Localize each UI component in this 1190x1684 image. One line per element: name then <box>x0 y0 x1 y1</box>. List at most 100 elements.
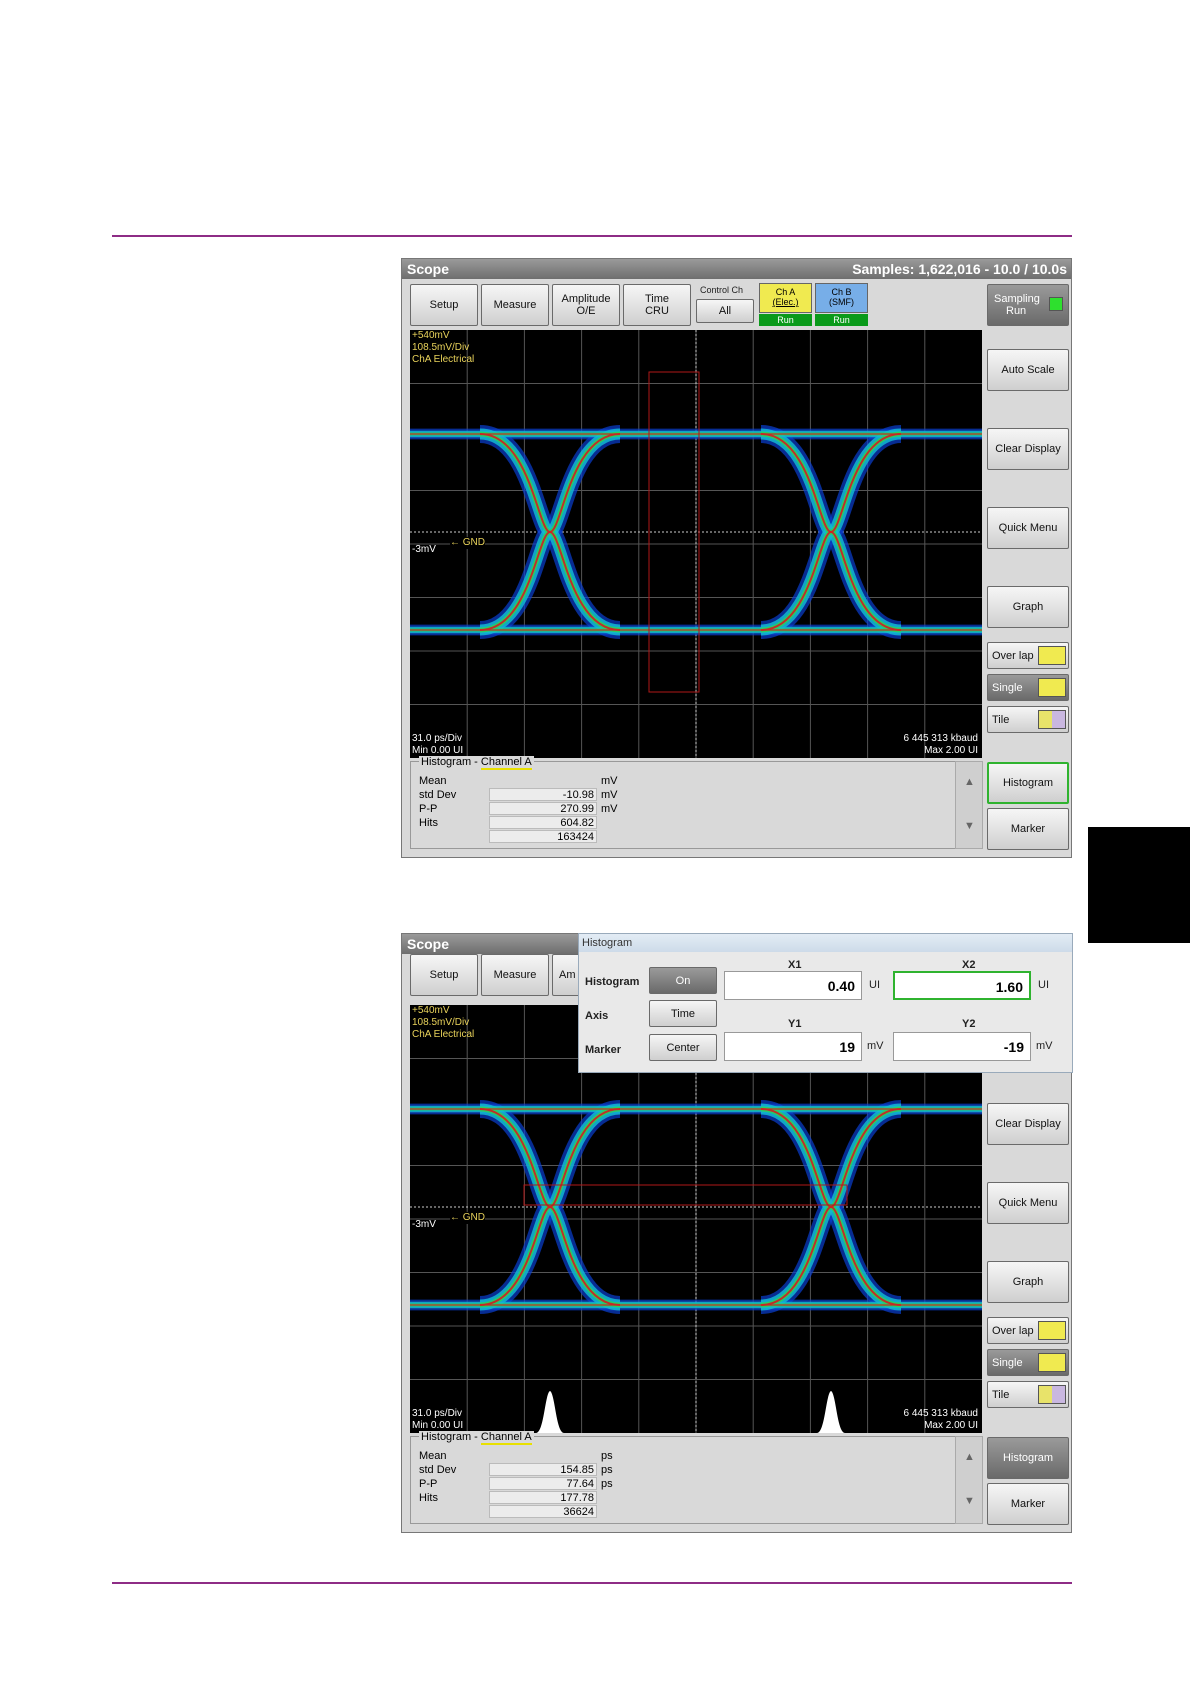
marker-center-button[interactable]: Center <box>649 1034 717 1061</box>
measure-button[interactable]: Measure <box>481 284 549 326</box>
results-scrollbar[interactable]: ▲ ▼ <box>955 761 983 849</box>
setup-button[interactable]: Setup <box>410 954 478 996</box>
quick-menu-button[interactable]: Quick Menu <box>987 1182 1069 1224</box>
scroll-down-icon[interactable]: ▼ <box>964 1495 975 1507</box>
histogram-channel: Channel A <box>480 756 532 770</box>
scale-top: +540mV <box>412 330 450 341</box>
time-mode: CRU <box>645 305 669 317</box>
histogram-channel: Channel A <box>480 1431 532 1445</box>
x2-header: X2 <box>962 959 976 971</box>
histogram-results-panel: Histogram - Channel A Mean 154.85 ps std D… <box>410 1431 973 1524</box>
histogram-panel-title: Histogram - Channel A <box>419 1431 534 1445</box>
chb-type: (SMF) <box>829 297 854 307</box>
max-ui: Max 2.00 UI <box>924 1420 978 1431</box>
row-value: 163424 <box>489 830 597 843</box>
scale-top: +540mV <box>412 1005 450 1016</box>
axis-time-button[interactable]: Time <box>649 1000 717 1027</box>
graph-label: Graph <box>1012 1276 1044 1288</box>
histogram-panel-title: Histogram - Channel A <box>419 756 534 770</box>
chb-button[interactable]: Ch B (SMF) <box>815 283 868 313</box>
clear-display-button[interactable]: Clear Display <box>987 1103 1069 1145</box>
results-scrollbar[interactable]: ▲ ▼ <box>955 1436 983 1524</box>
setup-label: Setup <box>429 299 459 311</box>
scroll-up-icon[interactable]: ▲ <box>964 1451 975 1463</box>
y2-input[interactable]: -19 <box>893 1032 1031 1061</box>
cha-label: Ch A <box>775 287 796 297</box>
single-label: Single <box>992 681 1023 694</box>
all-label: All <box>718 305 732 317</box>
x2-input[interactable]: 1.60 <box>893 971 1031 1000</box>
y2-header: Y2 <box>962 1018 976 1030</box>
clear-display-button[interactable]: Clear Display <box>987 428 1069 470</box>
center-label: Center <box>666 1041 700 1054</box>
header-rule <box>112 235 1072 237</box>
graph-label: Graph <box>1012 601 1044 613</box>
setup-button[interactable]: Setup <box>410 284 478 326</box>
hits-row: Hits 163424 <box>419 816 597 843</box>
histogram-button[interactable]: Histogram <box>987 1437 1069 1479</box>
x1-unit: UI <box>869 979 880 991</box>
title-bar: Scope Samples: 1,622,016 - 10.0 / 10.0s <box>402 259 1071 279</box>
hits-row: Hits 36624 <box>419 1491 597 1518</box>
row-name: Mean <box>419 775 447 787</box>
amplitude-label: Amplitude <box>561 293 611 305</box>
baud-rate: 6 445 313 kbaud <box>903 1408 978 1419</box>
tile-label: Tile <box>992 713 1010 726</box>
y1-input[interactable]: 19 <box>724 1032 862 1061</box>
marker-button[interactable]: Marker <box>987 1483 1069 1525</box>
max-ui: Max 2.00 UI <box>924 745 978 756</box>
gnd-marker: ← GND <box>450 537 486 549</box>
baud-rate: 6 445 313 kbaud <box>903 733 978 744</box>
tile-icon <box>1038 1385 1066 1404</box>
row-name: std Dev <box>419 789 457 801</box>
row-value: 270.99 <box>489 802 597 815</box>
cha-button[interactable]: Ch A (Elec.) <box>759 283 812 313</box>
row-value: 36624 <box>489 1505 597 1518</box>
row-unit: mV <box>601 789 618 801</box>
dialog-title: Histogram <box>579 934 1072 952</box>
auto-scale-button[interactable]: Auto Scale <box>987 349 1069 391</box>
pp-row: P-P 604.82 mV <box>419 802 618 829</box>
marker-label: Marker <box>1010 1498 1046 1510</box>
scale-per-div: 108.5mV/Div <box>412 1017 470 1028</box>
time-button[interactable]: Time CRU <box>623 284 691 326</box>
axis-label: Axis <box>585 1010 609 1022</box>
measure-label: Measure <box>493 299 537 311</box>
time-per-div: 31.0 ps/Div <box>412 733 463 744</box>
control-all-button[interactable]: All <box>696 299 754 323</box>
time-label: Time <box>670 1007 696 1020</box>
histogram-settings-dialog: Histogram Histogram On Axis Time Marker … <box>578 933 1073 1073</box>
histogram-button[interactable]: Histogram <box>987 762 1069 804</box>
cha-run-status: Run <box>759 314 812 326</box>
x1-input[interactable]: 0.40 <box>724 971 862 1000</box>
marker-label: Marker <box>1010 823 1046 835</box>
clear-display-label: Clear Display <box>995 443 1061 455</box>
histogram-results-panel: Histogram - Channel A Mean -10.98 mV std D… <box>410 756 973 849</box>
quick-menu-label: Quick Menu <box>998 522 1058 534</box>
overlap-icon <box>1038 646 1066 665</box>
x1-header: X1 <box>788 959 802 971</box>
graph-button[interactable]: Graph <box>987 1261 1069 1303</box>
sampling-state: Run <box>1006 305 1027 317</box>
histogram-on-button[interactable]: On <box>649 967 717 994</box>
row-value: 177.78 <box>489 1491 597 1504</box>
row-unit: mV <box>601 775 618 787</box>
row-value: 154.85 <box>489 1463 597 1476</box>
scroll-up-icon[interactable]: ▲ <box>964 776 975 788</box>
samples-status: Samples: 1,622,016 - 10.0 / 10.0s <box>852 261 1067 277</box>
quick-menu-button[interactable]: Quick Menu <box>987 507 1069 549</box>
graph-button[interactable]: Graph <box>987 586 1069 628</box>
offset-label: -3mV <box>412 1219 436 1230</box>
row-name: Hits <box>419 1492 438 1504</box>
window-title: Scope <box>407 936 450 952</box>
on-label: On <box>675 974 691 987</box>
histogram-title-text: Histogram <box>421 1431 472 1443</box>
scroll-down-icon[interactable]: ▼ <box>964 820 975 832</box>
setup-label: Setup <box>429 969 459 981</box>
amplitude-button[interactable]: Amplitude O/E <box>552 284 620 326</box>
gnd-label: GND <box>462 537 486 548</box>
marker-button[interactable]: Marker <box>987 808 1069 850</box>
chapter-tab <box>1088 827 1190 943</box>
eye-diagram-display[interactable]: +540mV 108.5mV/Div ChA Electrical ← GND … <box>410 330 982 758</box>
measure-button[interactable]: Measure <box>481 954 549 996</box>
